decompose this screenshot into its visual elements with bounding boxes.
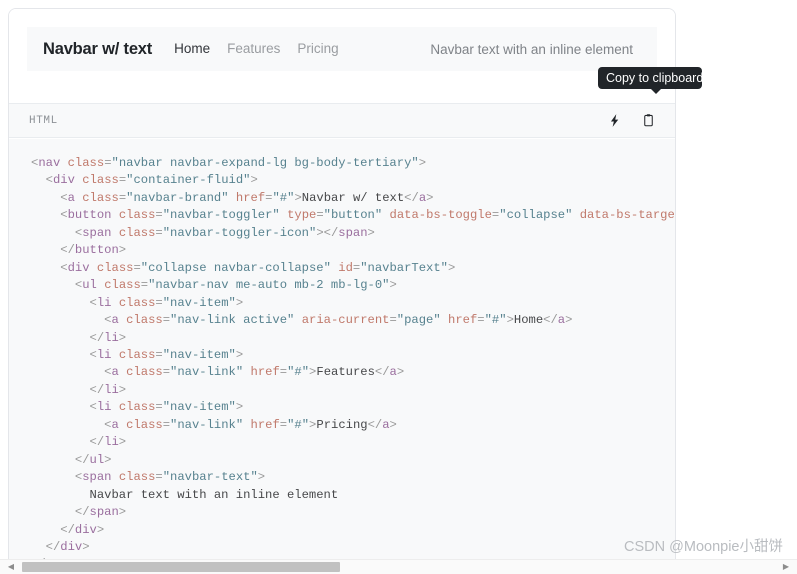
copy-tooltip-arrow [650,88,662,94]
navbar-brand-link[interactable]: Navbar w/ text [43,40,152,59]
toolbar-actions [605,112,657,130]
scroll-right-arrow-icon[interactable]: ▶ [779,560,793,574]
csdn-watermark: CSDN @Moonpie小甜饼 [624,539,783,555]
nav-item-features: Features [227,40,280,58]
lightning-bolt-icon[interactable] [605,112,623,130]
screenshot-root: Navbar w/ text Home Features Pricing Nav… [0,0,797,574]
nav-link-pricing[interactable]: Pricing [297,41,338,56]
navbar-nav-list: Home Features Pricing [174,40,339,58]
nav-item-pricing: Pricing [297,40,338,58]
nav-item-home: Home [174,40,210,58]
scroll-left-arrow-icon[interactable]: ◀ [4,560,18,574]
code-block-scroll-region[interactable]: <nav class="navbar navbar-expand-lg bg-b… [9,139,675,574]
rendered-navbar: Navbar w/ text Home Features Pricing Nav… [27,27,657,71]
code-toolbar: HTML [9,103,675,138]
clipboard-icon[interactable] [639,112,657,130]
navbar-preview-area: Navbar w/ text Home Features Pricing Nav… [9,9,675,89]
horizontal-scrollbar[interactable]: ◀ ▶ [0,559,797,574]
navbar-inline-text: Navbar text with an inline element [430,41,633,57]
horizontal-scrollbar-thumb[interactable] [22,562,340,572]
bootstrap-example-card: Navbar w/ text Home Features Pricing Nav… [8,8,676,574]
copy-tooltip: Copy to clipboard [598,67,702,89]
html-source-code: <nav class="navbar navbar-expand-lg bg-b… [31,156,675,571]
code-language-label: HTML [29,114,58,127]
nav-link-home[interactable]: Home [174,41,210,56]
nav-link-features[interactable]: Features [227,41,280,56]
